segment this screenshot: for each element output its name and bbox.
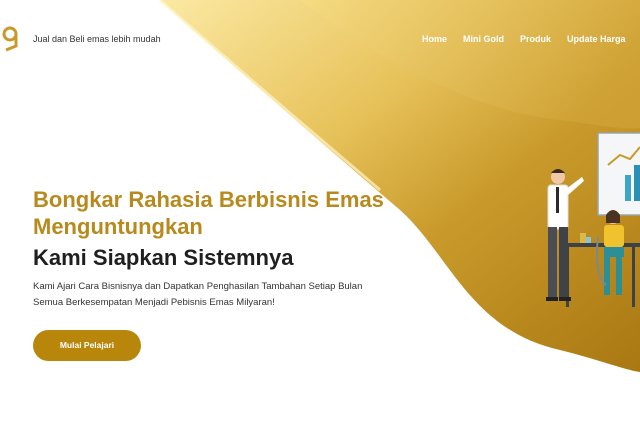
hero-title: Bongkar Rahasia Berbisnis Emas Menguntun… <box>33 186 433 240</box>
site-header: Jual dan Beli emas lebih mudah Home Mini… <box>0 0 640 70</box>
nav-item-update-harga[interactable]: Update Harga <box>567 34 626 44</box>
hero-subtitle: Kami Siapkan Sistemnya <box>33 245 294 270</box>
hero-title-line2: Menguntungkan <box>33 214 203 239</box>
mulai-pelajari-button[interactable]: Mulai Pelajari <box>33 330 141 361</box>
gold-logo-icon[interactable] <box>2 26 18 52</box>
business-people-chart-illustration <box>546 132 640 307</box>
hero-desc-line2: Semua Berkesempatan Menjadi Pebisnis Ema… <box>33 297 275 308</box>
hero-title-line1: Bongkar Rahasia Berbisnis Emas <box>33 187 384 212</box>
hero-desc-line1: Kami Ajari Cara Bisnisnya dan Dapatkan P… <box>33 281 363 292</box>
nav-item-produk[interactable]: Produk <box>520 34 551 44</box>
nav-item-home[interactable]: Home <box>422 34 447 44</box>
site-tagline: Jual dan Beli emas lebih mudah <box>33 34 161 44</box>
hero-description: Kami Ajari Cara Bisnisnya dan Dapatkan P… <box>33 279 413 311</box>
nav-item-mini-gold[interactable]: Mini Gold <box>463 34 504 44</box>
